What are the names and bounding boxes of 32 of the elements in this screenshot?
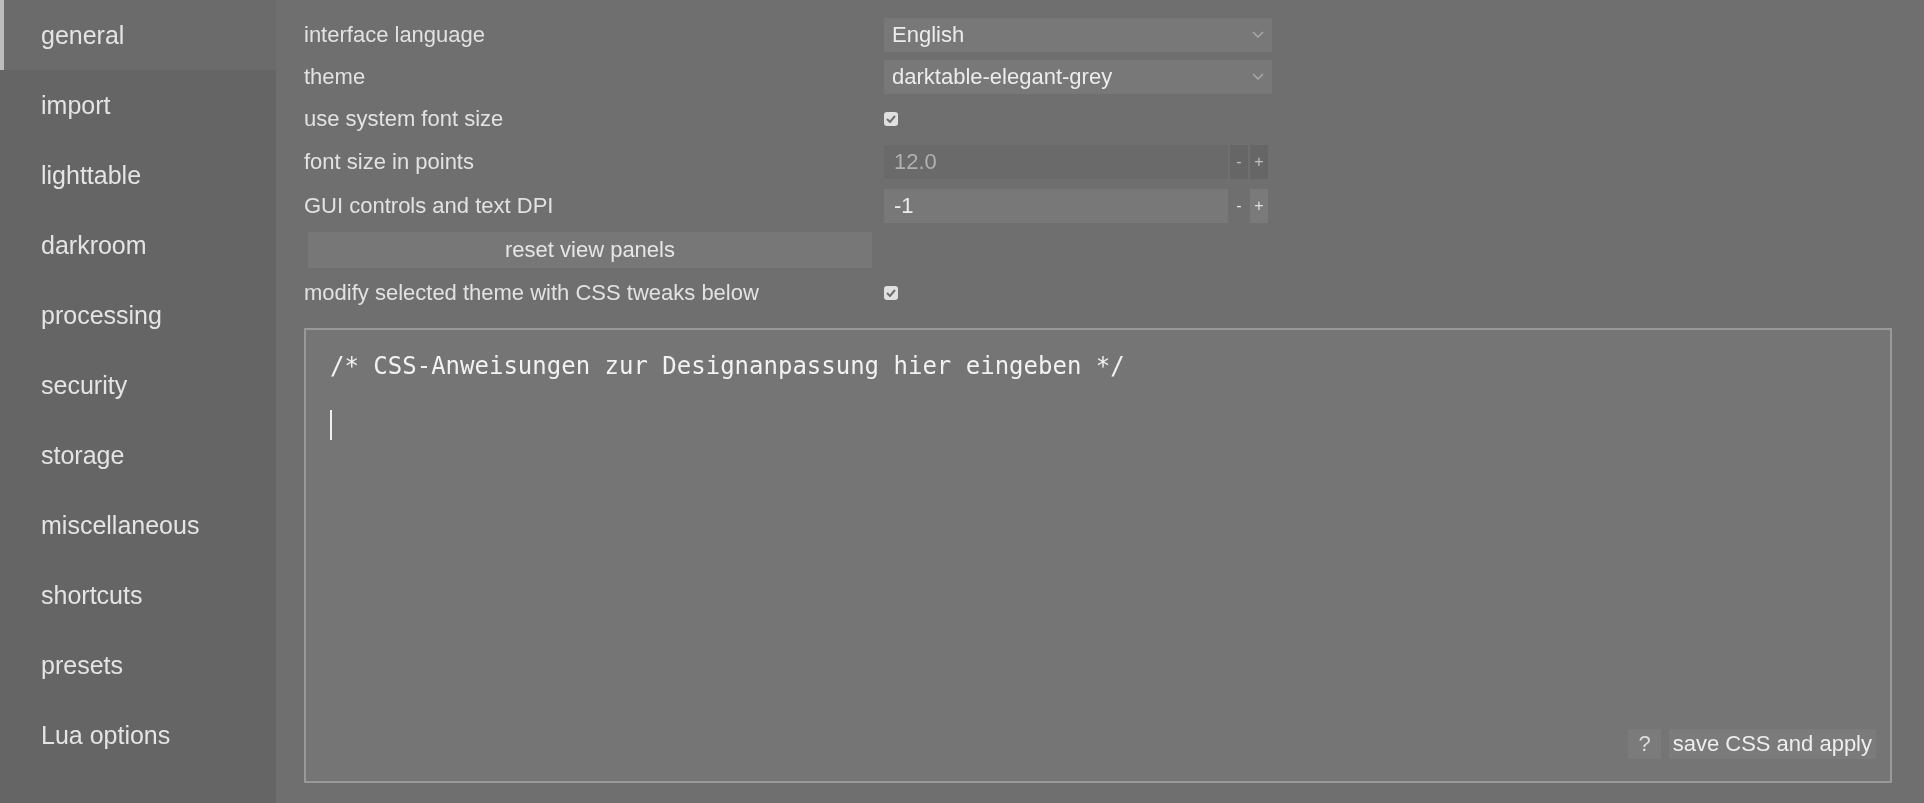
setting-label: interface language — [304, 21, 487, 49]
text-caret — [330, 410, 332, 440]
dropdown[interactable]: English — [884, 18, 1272, 52]
sidebar-item[interactable]: darkroom — [0, 210, 276, 280]
number-field[interactable]: -1 — [884, 189, 1228, 223]
sidebar-item[interactable]: miscellaneous — [0, 490, 276, 560]
decrement-button[interactable]: - — [1230, 189, 1248, 223]
setting-label: theme — [304, 63, 367, 91]
setting-label: use system font size — [304, 105, 505, 133]
sidebar-item[interactable]: shortcuts — [0, 560, 276, 630]
setting-label: modify selected theme with CSS tweaks below — [304, 279, 760, 307]
chevron-down-icon — [1252, 73, 1264, 81]
save-button[interactable]: save CSS and apply — [1668, 729, 1876, 759]
dropdown[interactable]: darktable-elegant-grey — [884, 60, 1272, 94]
checkbox[interactable] — [884, 112, 898, 126]
setting-label: font size in points — [304, 148, 475, 176]
sidebar-item[interactable]: presets — [0, 630, 276, 700]
checkbox[interactable] — [884, 286, 898, 300]
sidebar-item[interactable]: import — [0, 70, 276, 140]
setting-label: GUI controls and text DPI — [304, 192, 555, 220]
help-button[interactable]: ? — [1628, 729, 1661, 759]
reset-button[interactable]: reset view panels — [308, 232, 872, 268]
css-editor[interactable]: /* CSS-Anweisungen zur Designanpassung hier eingeben */ ? save CSS and apply — [304, 328, 1892, 783]
increment-button[interactable]: + — [1250, 189, 1268, 223]
sidebar-item[interactable]: Lua options — [0, 700, 276, 770]
sidebar-item[interactable]: storage — [0, 420, 276, 490]
code-text: /* CSS-Anweisungen zur Designanpassung hier eingeben */ — [330, 352, 1126, 380]
sidebar-item[interactable]: processing — [0, 280, 276, 350]
chevron-down-icon — [1252, 31, 1264, 39]
sidebar-item[interactable]: lighttable — [0, 140, 276, 210]
sidebar-item[interactable]: general — [0, 0, 276, 70]
sidebar-item[interactable]: security — [0, 350, 276, 420]
